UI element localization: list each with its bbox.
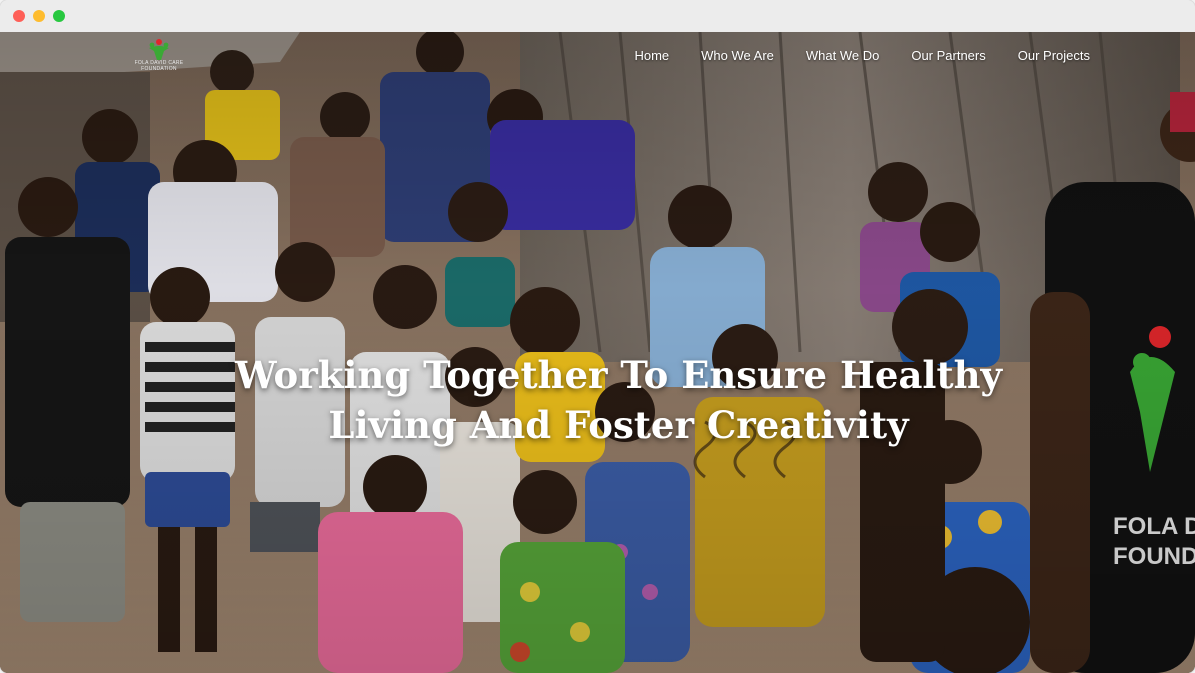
main-nav: Home Who We Are What We Do Our Partners … <box>634 45 1090 65</box>
hero-headline-line2: Living And Foster Creativity <box>328 403 909 447</box>
window-titlebar <box>0 0 1195 32</box>
nav-item-our-projects[interactable]: Our Projects <box>1018 48 1090 63</box>
logo-text: FOLA DAVID CARE FOUNDATION <box>134 60 184 72</box>
people-heart-logo-icon <box>149 39 169 60</box>
close-window-button[interactable] <box>13 10 25 22</box>
page-viewport: FOLA DA FOUNDAT FOLA DAVID CARE FOUNDATI… <box>0 32 1195 673</box>
browser-window: FOLA DA FOUNDAT FOLA DAVID CARE FOUNDATI… <box>0 0 1195 673</box>
maximize-window-button[interactable] <box>53 10 65 22</box>
nav-item-who-we-are[interactable]: Who We Are <box>701 48 774 63</box>
site-logo[interactable]: FOLA DAVID CARE FOUNDATION <box>134 38 184 78</box>
nav-item-home[interactable]: Home <box>634 48 669 63</box>
nav-item-our-partners[interactable]: Our Partners <box>911 48 985 63</box>
hero-headline: Working Together To Ensure Healthy Livin… <box>0 350 1195 450</box>
nav-item-what-we-do[interactable]: What We Do <box>806 48 879 63</box>
minimize-window-button[interactable] <box>33 10 45 22</box>
hero-headline-line1: Working Together To Ensure Healthy <box>235 353 1002 397</box>
